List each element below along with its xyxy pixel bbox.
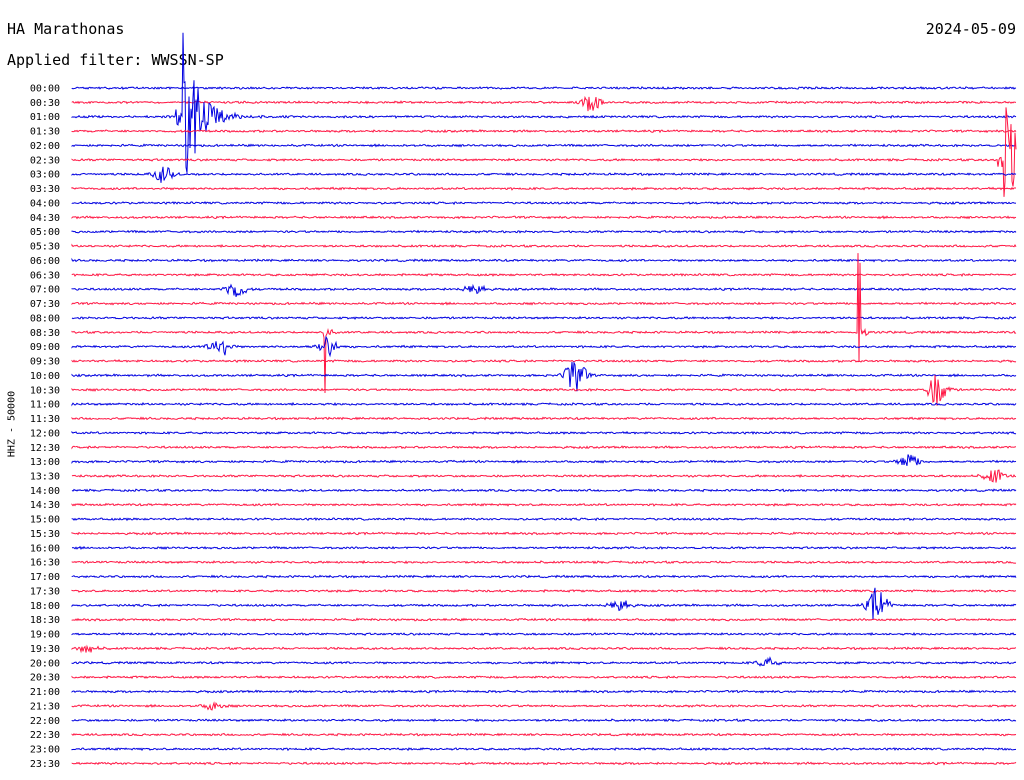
row-time-label: 12:30 (30, 443, 60, 454)
row-time-label: 09:30 (30, 357, 60, 368)
trace-row-2000 (71, 656, 1017, 667)
trace-row-1030 (71, 375, 1017, 406)
row-time-label: 22:30 (30, 730, 60, 741)
row-time-label: 11:30 (30, 414, 60, 425)
row-time-label: 17:30 (30, 586, 60, 597)
row-time-label: 11:00 (30, 400, 60, 411)
trace-row-0900 (71, 335, 1016, 358)
row-time-label: 23:00 (30, 745, 60, 756)
trace-row-2330 (71, 761, 1017, 766)
trace-row-0530 (71, 243, 1017, 249)
trace-row-1630 (71, 560, 1017, 565)
row-time-label: 06:00 (30, 256, 60, 267)
row-time-label: 00:00 (30, 84, 60, 95)
row-time-label: 12:00 (30, 428, 60, 439)
trace-row-1430 (71, 502, 1017, 507)
row-time-label: 14:00 (30, 486, 60, 497)
row-time-label: 08:00 (30, 313, 60, 324)
trace-row-1930 (71, 644, 1017, 654)
trace-row-0200 (71, 143, 1017, 148)
trace-row-0700 (71, 283, 1017, 297)
trace-row-1900 (71, 631, 1017, 637)
trace-row-0430 (71, 215, 1017, 220)
trace-row-0300 (71, 166, 1017, 183)
trace-row-1330 (71, 469, 1017, 483)
row-time-label: 20:30 (30, 673, 60, 684)
trace-row-2300 (71, 746, 1017, 752)
row-time-label: 15:30 (30, 529, 60, 540)
trace-row-0030 (71, 95, 1017, 112)
row-time-label: 17:00 (30, 572, 60, 583)
row-time-label: 02:30 (30, 155, 60, 166)
trace-row-1500 (71, 517, 1017, 522)
trace-row-0630 (71, 272, 1017, 278)
trace-row-0000 (71, 86, 1017, 91)
trace-row-1000 (71, 360, 1017, 392)
row-time-label: 21:00 (30, 687, 60, 698)
trace-row-1530 (71, 531, 1017, 536)
trace-row-0400 (71, 200, 1017, 206)
row-time-label: 06:30 (30, 270, 60, 281)
trace-row-0230 (71, 107, 1017, 197)
trace-row-0800 (71, 315, 1017, 321)
trace-row-1100 (71, 401, 1017, 407)
row-time-label: 05:00 (30, 227, 60, 238)
row-time-label: 09:00 (30, 342, 60, 353)
row-time-label: 16:30 (30, 558, 60, 569)
trace-row-0600 (71, 257, 1017, 263)
trace-row-0930 (71, 358, 1017, 364)
row-time-label: 16:00 (30, 543, 60, 554)
trace-row-0130 (71, 129, 1017, 134)
row-time-label: 10:00 (30, 371, 60, 382)
row-time-label: 04:00 (30, 198, 60, 209)
row-time-label: 13:30 (30, 471, 60, 482)
row-time-label: 07:30 (30, 299, 60, 310)
trace-row-0500 (71, 229, 1017, 234)
trace-row-1700 (71, 574, 1017, 579)
row-time-label: 19:30 (30, 644, 60, 655)
trace-row-1230 (71, 445, 1017, 450)
trace-row-2030 (71, 675, 1017, 680)
seismogram-plot: 00:00 00:30 01:00 01:30 02:00 02:30 03:00 03:30… (30, 32, 1017, 770)
trace-row-2130 (71, 701, 1017, 711)
trace-row-1400 (71, 488, 1017, 493)
row-time-label: 01:00 (30, 112, 60, 123)
row-time-label: 20:00 (30, 658, 60, 669)
trace-row-1830 (71, 617, 1017, 622)
trace-row-0330 (71, 186, 1016, 191)
trace-row-2100 (71, 689, 1017, 694)
row-time-label: 13:00 (30, 457, 60, 468)
row-time-label: 21:30 (30, 701, 60, 712)
row-time-label: 03:30 (30, 184, 60, 195)
trace-row-1200 (71, 430, 1017, 436)
row-time-label: 08:30 (30, 328, 60, 339)
trace-row-0730 (71, 301, 1017, 306)
row-time-label: 18:30 (30, 615, 60, 626)
row-time-label: 07:00 (30, 285, 60, 296)
row-time-label: 01:30 (30, 127, 60, 138)
trace-row-1300 (71, 454, 1017, 466)
row-time-label: 22:00 (30, 716, 60, 727)
row-time-label: 04:30 (30, 213, 60, 224)
trace-row-1130 (71, 416, 1017, 421)
row-time-label: 19:00 (30, 630, 60, 641)
trace-row-2200 (71, 718, 1017, 723)
row-time-label: 02:00 (30, 141, 60, 152)
row-time-label: 18:00 (30, 601, 60, 612)
row-time-label: 05:30 (30, 242, 60, 253)
row-time-label: 15:00 (30, 515, 60, 526)
row-time-label: 10:30 (30, 385, 60, 396)
trace-row-2230 (71, 732, 1017, 737)
row-time-label: 00:30 (30, 98, 60, 109)
row-time-label: 03:00 (30, 170, 60, 181)
row-time-label: 14:30 (30, 500, 60, 511)
trace-row-1600 (71, 545, 1017, 550)
row-time-label: 23:30 (30, 759, 60, 770)
